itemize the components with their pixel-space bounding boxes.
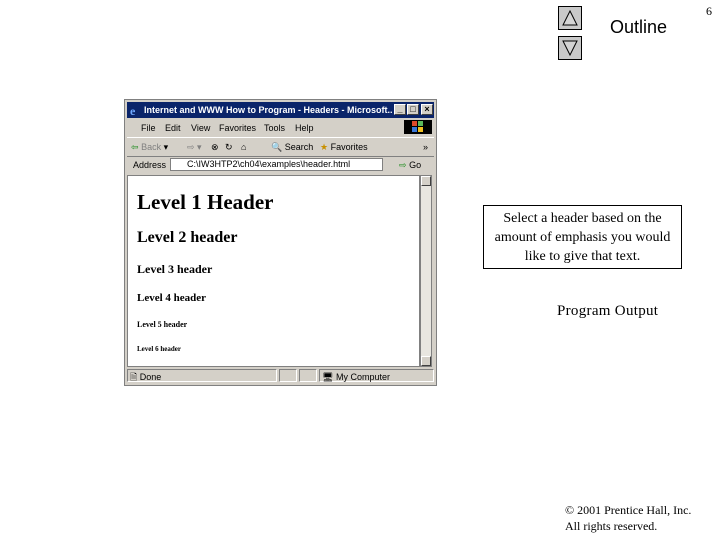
copyright-line-2: All rights reserved.	[565, 519, 658, 533]
level-2-header: Level 2 header	[137, 229, 238, 246]
star-icon: ★	[320, 142, 329, 152]
svg-text:e: e	[130, 104, 136, 116]
vertical-scrollbar[interactable]	[420, 175, 432, 367]
standard-toolbar: ⇦ Back ▾ ⇨ ▾ ⊗ ↻ ⌂ 🔍 Search ★ Favorites …	[127, 137, 434, 157]
back-button[interactable]: ⇦ Back ▾	[131, 138, 168, 156]
status-pane-3	[299, 369, 317, 382]
windows-flag-icon	[412, 121, 423, 132]
status-bar: 🗎 Done 🖥 My Computer	[127, 368, 434, 383]
back-arrow-icon: ⇦	[131, 142, 139, 152]
next-slide-button[interactable]	[558, 36, 582, 60]
level-1-header: Level 1 Header	[137, 190, 274, 214]
favorites-button[interactable]: ★ Favorites	[320, 138, 368, 156]
refresh-icon[interactable]: ↻	[225, 138, 233, 156]
menu-view[interactable]: View	[191, 120, 210, 136]
scroll-down-button[interactable]	[421, 356, 431, 366]
maximize-button[interactable]: □	[407, 104, 419, 115]
search-button[interactable]: 🔍 Search	[271, 138, 313, 156]
page-icon: 🗎	[130, 372, 138, 382]
copyright-notice: © 2001 Prentice Hall, Inc. All rights re…	[565, 502, 691, 534]
previous-slide-button[interactable]	[558, 6, 582, 30]
triangle-up-icon	[562, 10, 578, 26]
stop-icon[interactable]: ⊗	[211, 138, 219, 156]
page-content: Level 1 Header Level 2 header Level 3 he…	[127, 175, 420, 367]
menu-bar: File Edit View Favorites Tools Help	[127, 120, 434, 136]
address-label: Address	[133, 160, 167, 170]
status-pane-2	[279, 369, 297, 382]
windows-logo	[404, 120, 432, 134]
address-bar: Address C:\IW3HTP2\ch04\examples\header.…	[127, 156, 434, 174]
triangle-down-icon	[562, 40, 578, 56]
level-3-header: Level 3 header	[137, 262, 213, 276]
internet-explorer-icon: e	[130, 104, 136, 116]
close-button[interactable]: ×	[421, 104, 433, 115]
menu-edit[interactable]: Edit	[165, 120, 181, 136]
go-button[interactable]: ⇨ Go	[399, 156, 421, 174]
copyright-line-1: © 2001 Prentice Hall, Inc.	[565, 503, 692, 517]
search-icon: 🔍	[271, 142, 283, 152]
level-4-header: Level 4 header	[137, 292, 207, 304]
level-5-header: Level 5 header	[137, 320, 188, 329]
address-value: C:\IW3HTP2\ch04\examples\header.html	[187, 159, 351, 169]
menu-favorites[interactable]: Favorites	[219, 120, 256, 136]
address-dropdown[interactable]	[382, 158, 392, 171]
scroll-up-button[interactable]	[421, 176, 431, 186]
forward-button[interactable]: ⇨ ▾	[187, 138, 202, 156]
outline-link[interactable]: Outline	[610, 17, 667, 38]
home-icon[interactable]: ⌂	[241, 138, 246, 156]
slide-number: 6	[706, 4, 712, 18]
toolbar-more[interactable]: »	[423, 138, 428, 156]
menu-tools[interactable]: Tools	[264, 120, 285, 136]
program-output-label: Program Output	[557, 303, 659, 319]
chevron-down-icon: ▾	[163, 142, 169, 152]
computer-icon: 🖥	[322, 372, 334, 382]
zone-pane: 🖥 My Computer	[319, 369, 434, 382]
minimize-button[interactable]: _	[394, 104, 406, 115]
callout-box: Select a header based on the amount of e…	[483, 205, 682, 269]
level-6-header: Level 6 header	[137, 345, 181, 353]
menu-file[interactable]: File	[141, 120, 156, 136]
address-input[interactable]: C:\IW3HTP2\ch04\examples\header.html	[170, 158, 392, 171]
menu-help[interactable]: Help	[295, 120, 314, 136]
status-text-pane: 🗎 Done	[127, 369, 277, 382]
window-titlebar: e Internet and WWW How to Program - Head…	[127, 102, 434, 118]
window-title: Internet and WWW How to Program - Header…	[144, 105, 392, 115]
go-arrow-icon: ⇨	[399, 160, 407, 170]
browser-window: e Internet and WWW How to Program - Head…	[124, 99, 437, 386]
